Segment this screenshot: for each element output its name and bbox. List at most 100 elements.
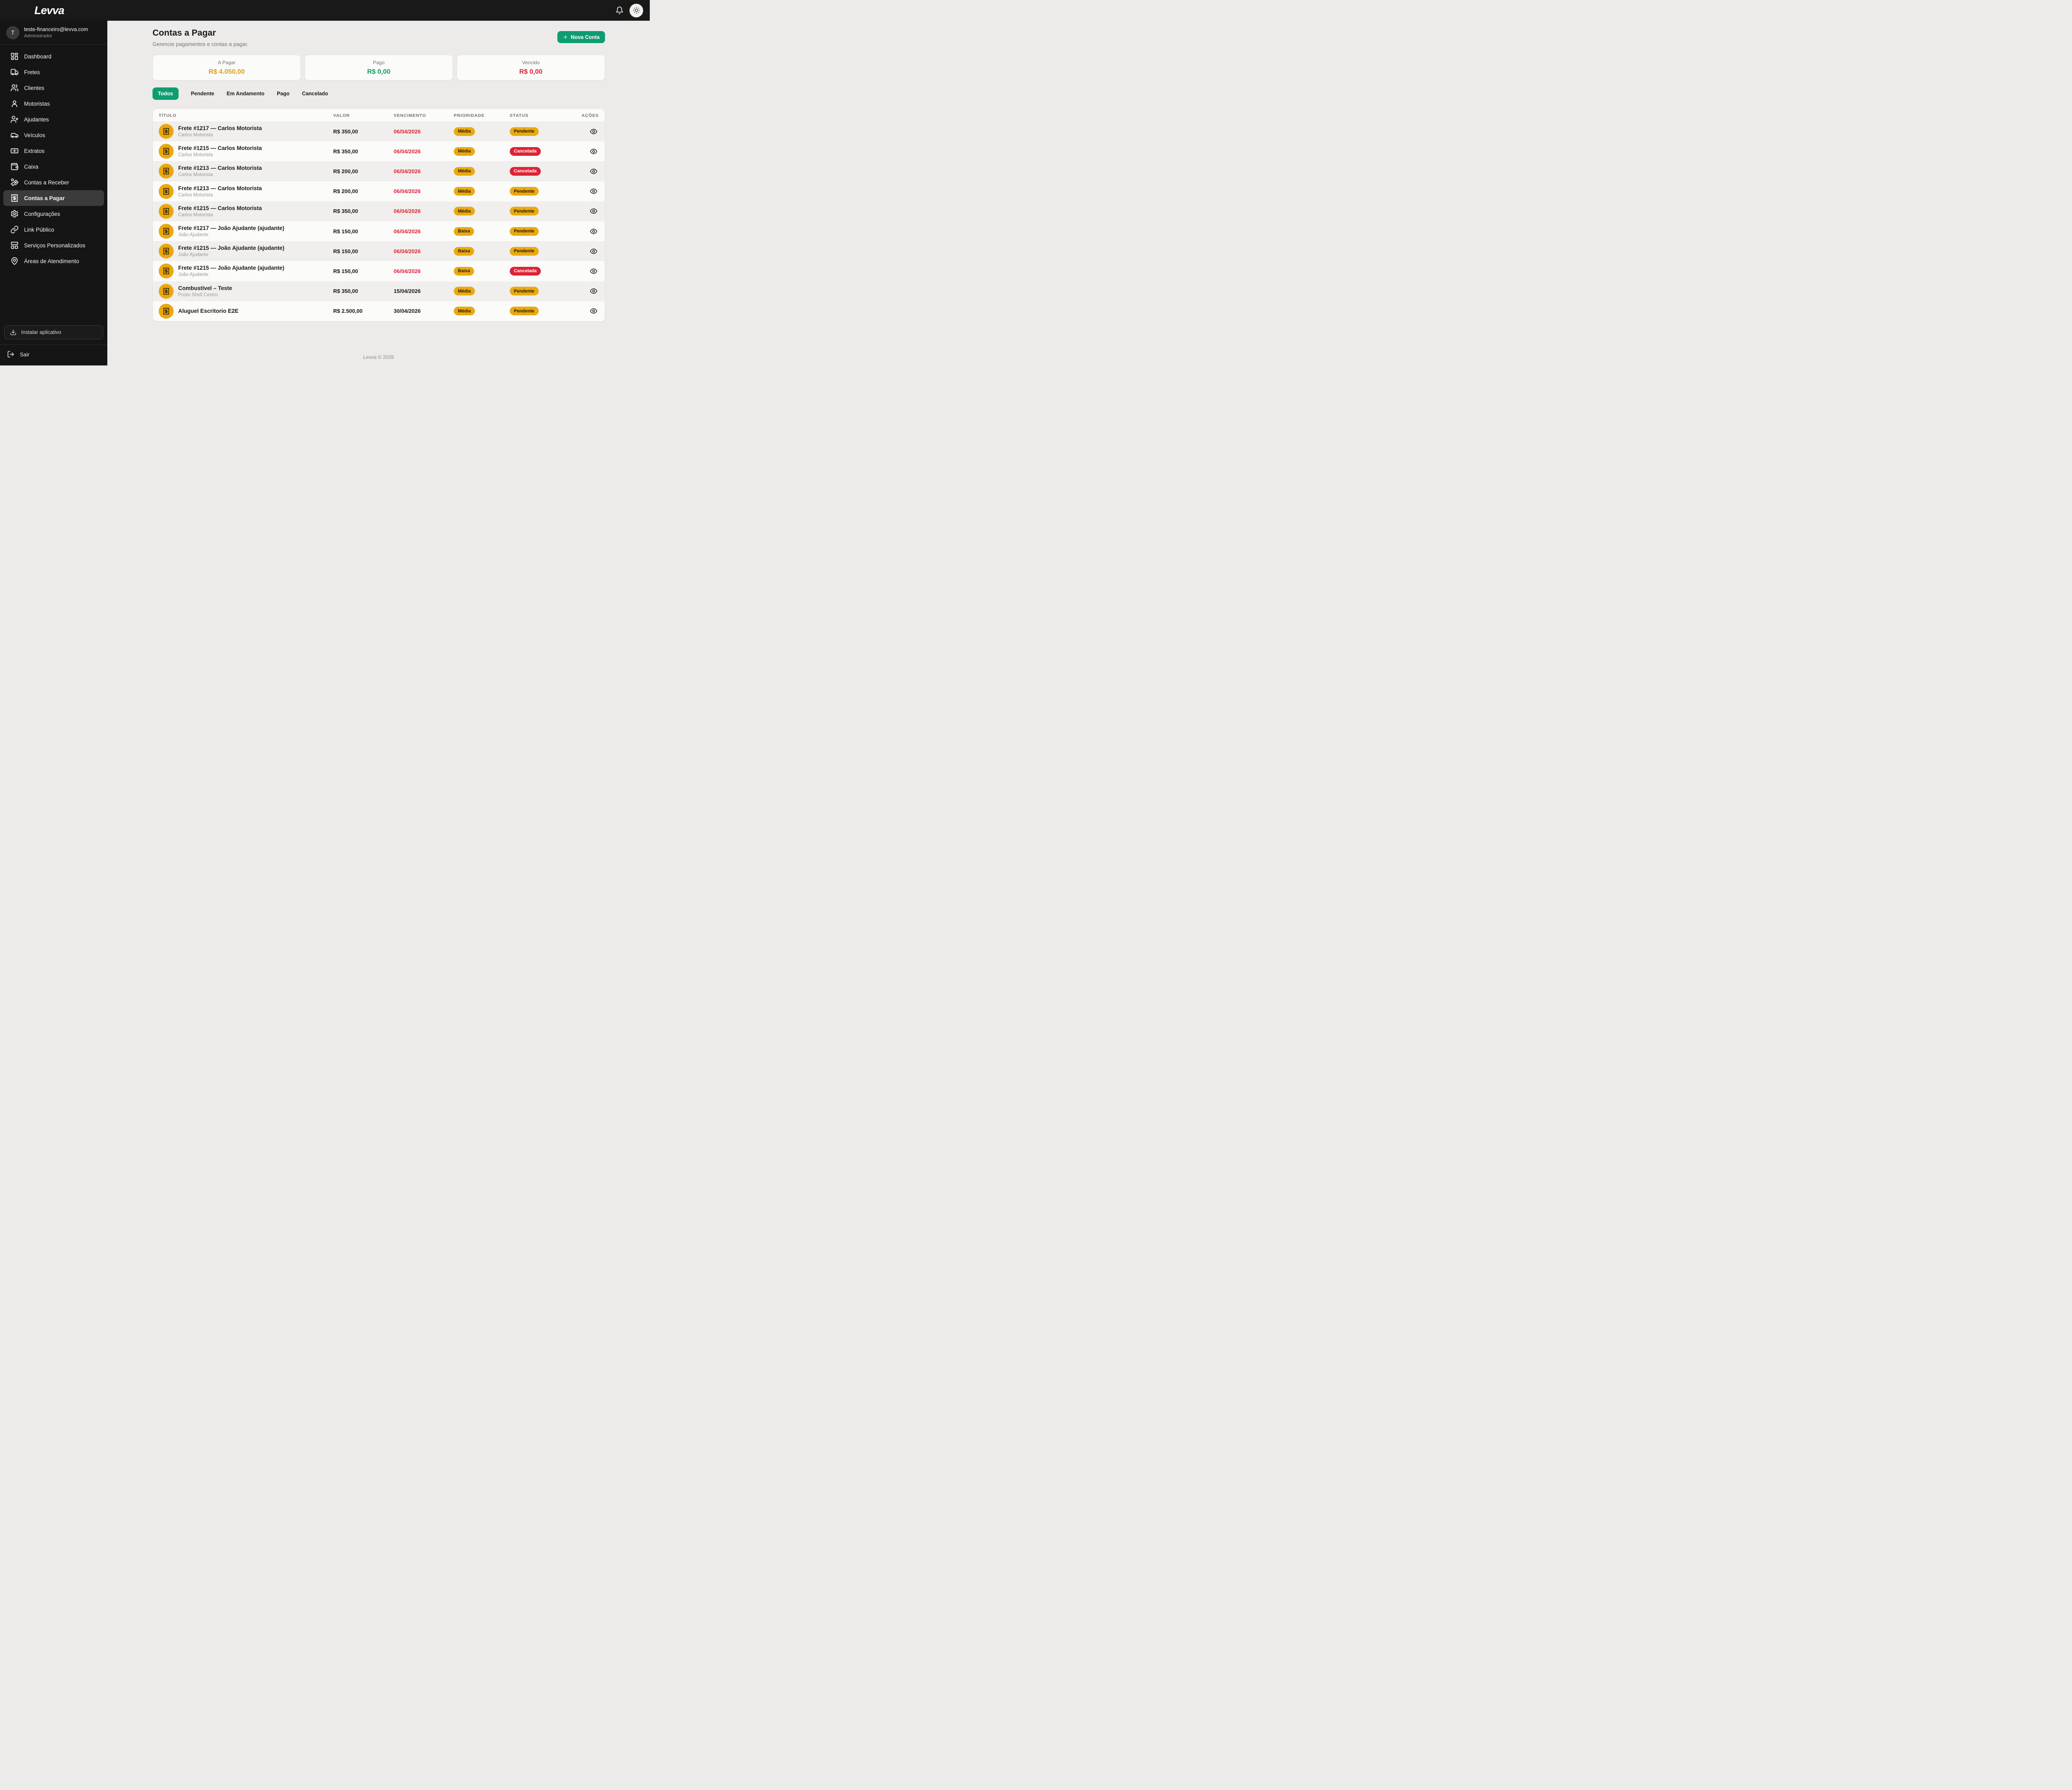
view-button[interactable] — [590, 128, 598, 135]
summary-card-value: R$ 4.050,00 — [208, 68, 245, 75]
install-app-button[interactable]: Instalar aplicativo — [4, 325, 103, 339]
filter-tab[interactable]: Todos — [152, 87, 179, 100]
sidebar-item[interactable]: Serviços Personalizados — [3, 237, 104, 253]
status-cell: Pendente — [510, 207, 578, 216]
page-title: Contas a Pagar — [152, 28, 216, 38]
row-subtitle: Carlos Motorista — [178, 133, 213, 138]
sidebar-item[interactable]: Caixa — [3, 159, 104, 174]
row-subtitle: João Ajudante — [178, 252, 208, 258]
table-row[interactable]: Aluguel Escritorio E2E R$ 2.500,00 30/04… — [153, 301, 605, 321]
summary-card-value: R$ 0,00 — [519, 68, 543, 75]
column-header-titulo: Título — [159, 113, 177, 118]
dashboard-icon — [10, 52, 19, 60]
table-row[interactable]: Frete #1213 — Carlos Motorista Carlos Mo… — [153, 161, 605, 181]
sidebar-item[interactable]: Motoristas — [3, 96, 104, 111]
view-button[interactable] — [590, 267, 598, 275]
actions-cell — [578, 307, 599, 315]
user-block: T teste-financeiro@levva.com Administrad… — [0, 21, 107, 45]
due-date-cell: 06/04/2026 — [394, 128, 421, 135]
app-logo: Levva — [34, 4, 65, 17]
row-avatar — [159, 283, 174, 299]
eye-icon — [590, 307, 598, 315]
status-badge: Pendente — [510, 187, 539, 196]
sidebar-item[interactable]: Contas a Pagar — [3, 190, 104, 206]
theme-toggle-button[interactable] — [629, 3, 643, 17]
priority-cell: Baixa — [454, 247, 510, 256]
table-row[interactable]: Frete #1217 — João Ajudante (ajudante) J… — [153, 221, 605, 241]
eye-icon — [590, 167, 598, 175]
sidebar-item-label: Fretes — [24, 69, 40, 75]
column-header-valor: Valor — [333, 113, 350, 118]
eye-icon — [590, 267, 598, 275]
sidebar: T teste-financeiro@levva.com Administrad… — [0, 21, 107, 365]
sidebar-item[interactable]: Áreas de Atendimento — [3, 253, 104, 269]
avatar: T — [6, 26, 19, 39]
users-icon — [10, 84, 19, 92]
row-avatar — [159, 203, 174, 219]
view-button[interactable] — [590, 227, 598, 235]
table-row[interactable]: Frete #1213 — Carlos Motorista Carlos Mo… — [153, 181, 605, 201]
title-cell: Combustível – Teste Posto Shell Centro — [159, 283, 333, 299]
row-title: Frete #1215 — Carlos Motorista — [178, 205, 262, 211]
row-subtitle: Posto Shell Centro — [178, 292, 218, 298]
sidebar-item[interactable]: Veículos — [3, 127, 104, 143]
row-title: Frete #1213 — Carlos Motorista — [178, 185, 262, 191]
priority-badge: Média — [454, 167, 475, 176]
view-button[interactable] — [590, 187, 598, 195]
table-row[interactable]: Frete #1215 — João Ajudante (ajudante) J… — [153, 261, 605, 281]
view-button[interactable] — [590, 287, 598, 295]
table-row[interactable]: Frete #1217 — Carlos Motorista Carlos Mo… — [153, 121, 605, 142]
title-cell: Frete #1217 — Carlos Motorista Carlos Mo… — [159, 124, 333, 139]
row-subtitle: Carlos Motorista — [178, 172, 213, 178]
receipt-icon — [162, 307, 170, 315]
priority-cell: Média — [454, 127, 510, 136]
view-button[interactable] — [590, 207, 598, 215]
sidebar-item[interactable]: Clientes — [3, 80, 104, 96]
title-cell: Frete #1215 — Carlos Motorista Carlos Mo… — [159, 144, 333, 159]
priority-cell: Média — [454, 307, 510, 316]
sidebar-item[interactable]: Fretes — [3, 64, 104, 80]
summary-cards: A Pagar R$ 4.050,00 Pago R$ 0,00 Vencido… — [152, 55, 605, 80]
sidebar-item[interactable]: Dashboard — [3, 48, 104, 64]
receipt-icon — [162, 128, 170, 135]
view-button[interactable] — [590, 247, 598, 255]
summary-card: A Pagar R$ 4.050,00 — [152, 55, 301, 80]
eye-icon — [590, 227, 598, 235]
status-badge: Pendente — [510, 287, 539, 296]
status-badge: Pendente — [510, 247, 539, 256]
sidebar-item[interactable]: Ajudantes — [3, 111, 104, 127]
accounts-table: Título Valor Vencimento Prioridade Statu… — [152, 109, 605, 322]
logout-label: Sair — [20, 351, 30, 358]
sidebar-item[interactable]: Contas a Receber — [3, 174, 104, 190]
table-row[interactable]: Frete #1215 — Carlos Motorista Carlos Mo… — [153, 201, 605, 221]
title-cell: Frete #1213 — Carlos Motorista Carlos Mo… — [159, 164, 333, 179]
new-account-button[interactable]: Nova Conta — [557, 31, 605, 43]
filter-tab[interactable]: Pendente — [191, 91, 214, 97]
value-cell: R$ 150,00 — [333, 248, 358, 254]
wallet-icon — [10, 162, 19, 171]
view-button[interactable] — [590, 148, 598, 155]
sidebar-item[interactable]: Link Público — [3, 222, 104, 237]
priority-badge: Média — [454, 207, 475, 216]
table-row[interactable]: Combustível – Teste Posto Shell Centro R… — [153, 281, 605, 301]
sidebar-item[interactable]: Extratos — [3, 143, 104, 159]
summary-card: Vencido R$ 0,00 — [457, 55, 605, 80]
table-row[interactable]: Frete #1215 — João Ajudante (ajudante) J… — [153, 241, 605, 261]
bell-icon[interactable] — [615, 6, 624, 15]
gear-icon — [10, 210, 19, 218]
status-badge: Cancelada — [510, 266, 541, 276]
filter-tab[interactable]: Em Andamento — [227, 91, 264, 97]
due-date-cell: 06/04/2026 — [394, 188, 421, 195]
car-icon — [10, 131, 19, 139]
view-button[interactable] — [590, 167, 598, 175]
logout-button[interactable]: Sair — [7, 351, 100, 358]
filter-tab[interactable]: Cancelado — [302, 91, 328, 97]
row-title: Aluguel Escritorio E2E — [178, 308, 239, 314]
receipt-icon — [162, 288, 170, 295]
table-row[interactable]: Frete #1215 — Carlos Motorista Carlos Mo… — [153, 141, 605, 161]
filter-tab[interactable]: Pago — [277, 91, 290, 97]
view-button[interactable] — [590, 307, 598, 315]
row-avatar — [159, 184, 174, 199]
actions-cell — [578, 227, 599, 235]
sidebar-item[interactable]: Configurações — [3, 206, 104, 222]
